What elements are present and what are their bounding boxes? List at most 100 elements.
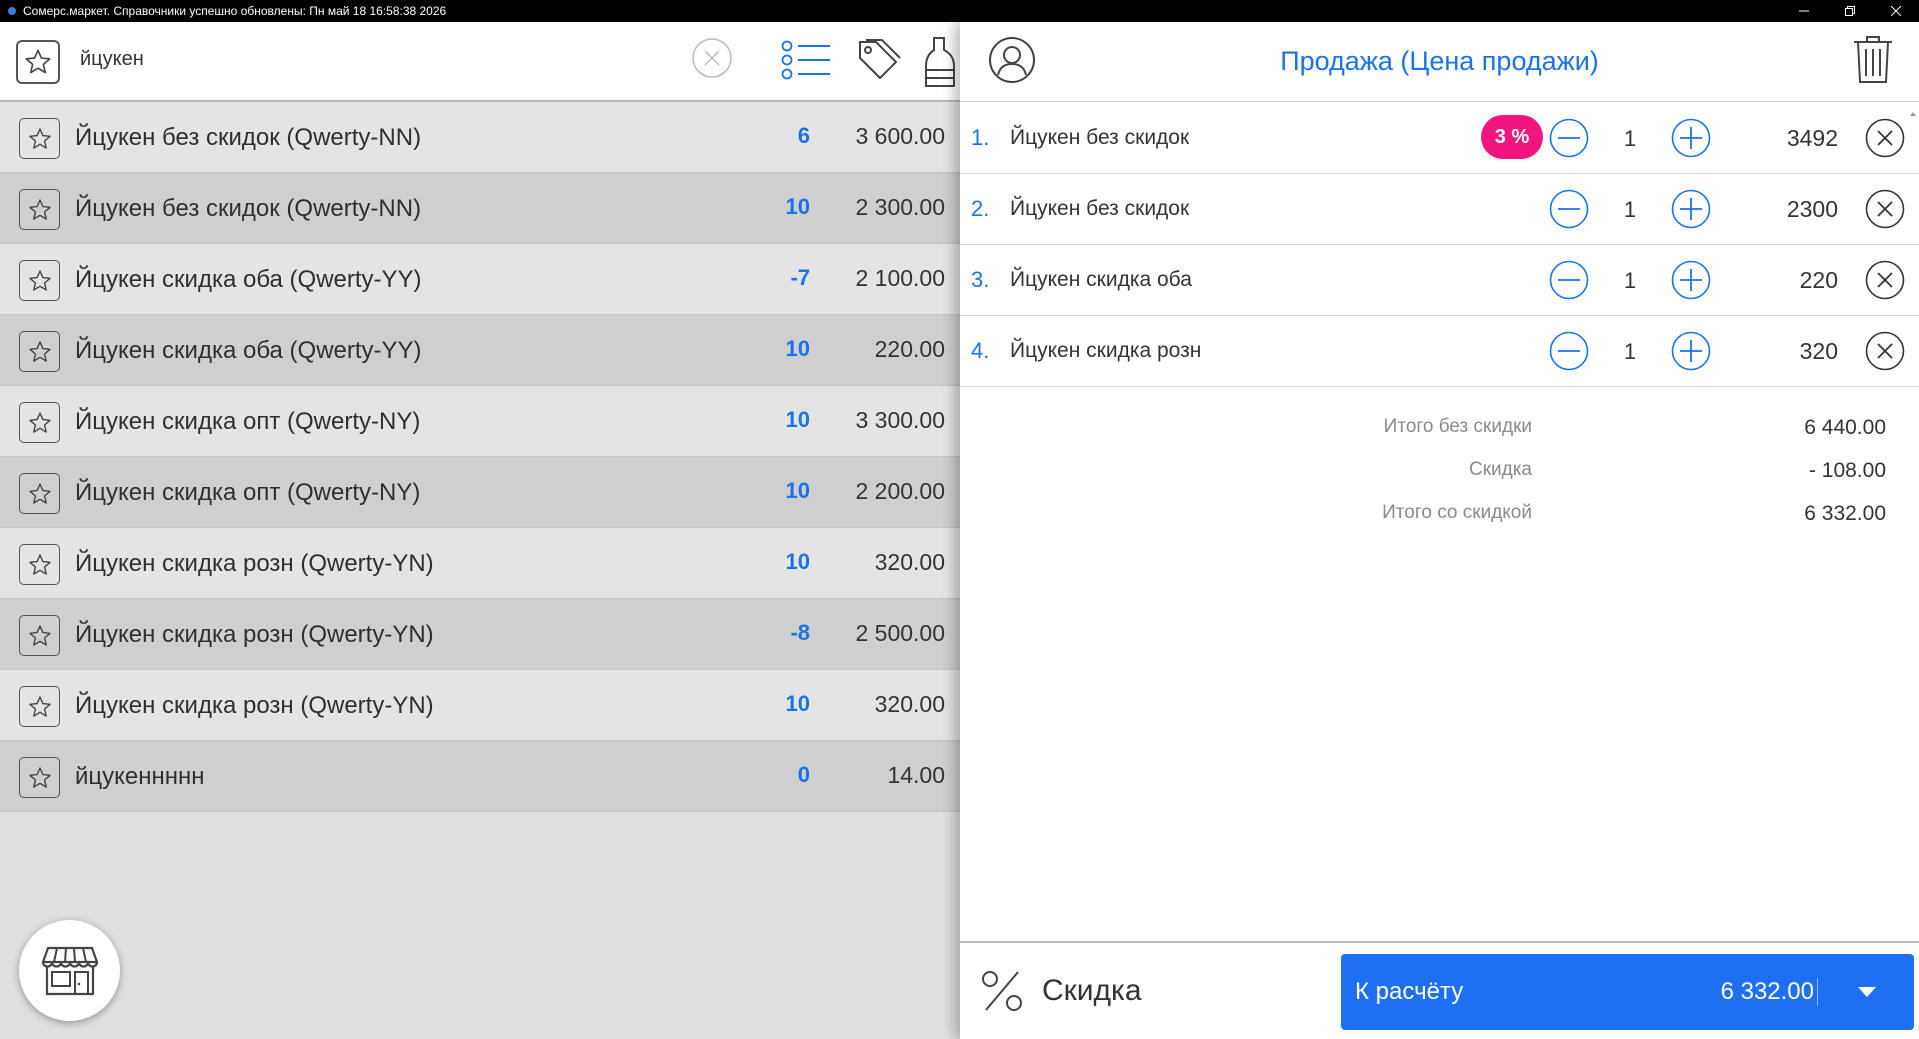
increase-qty-button[interactable] xyxy=(1671,331,1711,371)
favorite-toggle[interactable] xyxy=(19,189,60,230)
product-name: Йцукен скидка опт (Qwerty-NY) xyxy=(75,408,421,435)
close-icon xyxy=(1891,6,1901,16)
star-icon xyxy=(28,624,51,646)
favorite-toggle[interactable] xyxy=(19,331,60,372)
product-row[interactable]: Йцукен скидка розн (Qwerty-YN) -8 2 500.… xyxy=(0,599,960,670)
product-stock: 10 xyxy=(785,478,810,503)
close-window-button[interactable] xyxy=(1873,0,1919,22)
item-qty[interactable]: 1 xyxy=(1620,197,1640,223)
item-qty[interactable]: 1 xyxy=(1620,268,1640,294)
discount-button[interactable]: Скидка xyxy=(980,969,1142,1013)
remove-item-button[interactable] xyxy=(1865,118,1905,163)
star-icon xyxy=(28,482,51,504)
sale-panel: Продажа (Цена продажи) 1. Йцукен без ски… xyxy=(960,22,1919,1039)
favorite-toggle[interactable] xyxy=(19,757,60,798)
product-row[interactable]: Йцукен скидка опт (Qwerty-NY) 10 2 200.0… xyxy=(0,457,960,528)
item-sum: 220 xyxy=(1799,267,1838,293)
item-qty[interactable]: 1 xyxy=(1620,339,1640,365)
checkout-amount: 6 332.00 xyxy=(1720,978,1814,1005)
decrease-qty-button[interactable] xyxy=(1549,118,1589,158)
cart-item[interactable]: 1. Йцукен без скидок 3 % 1 3492 xyxy=(960,103,1919,174)
favorite-toggle[interactable] xyxy=(19,118,60,159)
product-row[interactable]: Йцукен без скидок (Qwerty-NN) 10 2 300.0… xyxy=(0,173,960,244)
item-sum: 2300 xyxy=(1786,196,1838,222)
clear-search-button[interactable] xyxy=(690,36,734,85)
favorite-toggle[interactable] xyxy=(19,544,60,585)
restore-icon xyxy=(1845,6,1855,16)
product-price: 2 100.00 xyxy=(855,265,945,291)
close-circle-icon xyxy=(1865,118,1905,158)
favorite-toggle[interactable] xyxy=(19,686,60,727)
total-value: 6 332.00 xyxy=(1804,502,1886,525)
catalog-panel: йцукен Йцукен без скидок (Qwerty-NN) 6 3… xyxy=(0,22,960,1039)
product-row[interactable]: Йцукен скидка опт (Qwerty-NY) 10 3 300.0… xyxy=(0,386,960,457)
product-price: 3 600.00 xyxy=(855,123,945,149)
alcohol-button[interactable] xyxy=(920,36,960,93)
subtotal-row: Итого без скидки 6 440.00 xyxy=(960,408,1919,451)
decrease-qty-button[interactable] xyxy=(1549,331,1589,371)
increase-qty-button[interactable] xyxy=(1671,260,1711,300)
item-name: Йцукен без скидок xyxy=(1010,126,1190,149)
product-row[interactable]: Йцукен скидка розн (Qwerty-YN) 10 320.00 xyxy=(0,528,960,599)
chevron-down-icon[interactable] xyxy=(1858,987,1876,997)
product-price: 3 300.00 xyxy=(855,407,945,433)
item-name: Йцукен без скидок xyxy=(1010,197,1190,220)
minus-circle-icon xyxy=(1549,331,1589,371)
product-price: 2 200.00 xyxy=(855,478,945,504)
plus-circle-icon xyxy=(1671,260,1711,300)
list-view-button[interactable] xyxy=(780,38,832,87)
product-price: 2 300.00 xyxy=(855,194,945,220)
product-stock: 10 xyxy=(785,549,810,574)
item-sum: 3492 xyxy=(1786,125,1838,151)
cart-item[interactable]: 3. Йцукен скидка оба 1 220 xyxy=(960,245,1919,316)
decrease-qty-button[interactable] xyxy=(1549,260,1589,300)
trash-icon xyxy=(1854,36,1892,83)
product-row[interactable]: Йцукен скидка оба (Qwerty-YY) 10 220.00 xyxy=(0,315,960,386)
search-bar: йцукен xyxy=(0,22,960,102)
search-input[interactable]: йцукен xyxy=(80,48,144,71)
decrease-qty-button[interactable] xyxy=(1549,189,1589,229)
product-name: Йцукен скидка опт (Qwerty-NY) xyxy=(75,479,421,506)
restore-button[interactable] xyxy=(1827,0,1873,22)
tags-button[interactable] xyxy=(854,36,902,89)
store-button[interactable] xyxy=(19,920,120,1021)
minimize-button[interactable] xyxy=(1781,0,1827,22)
cart-item[interactable]: 4. Йцукен скидка розн 1 320 xyxy=(960,316,1919,387)
cart-scrollbar[interactable] xyxy=(1907,110,1919,953)
checkout-button[interactable]: К расчёту 6 332.00 xyxy=(1341,954,1914,1030)
remove-item-button[interactable] xyxy=(1865,189,1905,234)
plus-circle-icon xyxy=(1671,189,1711,229)
percent-icon xyxy=(982,971,1022,1011)
product-row[interactable]: Йцукен скидка оба (Qwerty-YY) -7 2 100.0… xyxy=(0,244,960,315)
remove-item-button[interactable] xyxy=(1865,260,1905,305)
product-name: Йцукен без скидок (Qwerty-NN) xyxy=(75,195,422,222)
product-stock: -7 xyxy=(790,265,810,290)
item-number: 4. xyxy=(971,338,990,363)
increase-qty-button[interactable] xyxy=(1671,118,1711,158)
favorites-button[interactable] xyxy=(16,40,60,84)
item-qty[interactable]: 1 xyxy=(1620,126,1640,152)
clear-cart-button[interactable] xyxy=(1852,34,1894,89)
product-row[interactable]: Йцукен скидка розн (Qwerty-YN) 10 320.00 xyxy=(0,670,960,741)
scrollbar-arrows xyxy=(1910,112,1916,950)
product-stock: 10 xyxy=(785,691,810,716)
product-row[interactable]: Йцукен без скидок (Qwerty-NN) 6 3 600.00 xyxy=(0,102,960,173)
window-controls xyxy=(1781,0,1919,22)
star-icon xyxy=(28,198,51,220)
checkout-divider xyxy=(1817,978,1818,1006)
favorite-toggle[interactable] xyxy=(19,260,60,301)
favorite-toggle[interactable] xyxy=(19,615,60,656)
product-row[interactable]: йцукеннннн 0 14.00 xyxy=(0,741,960,812)
product-price: 2 500.00 xyxy=(855,620,945,646)
cart-item[interactable]: 2. Йцукен без скидок 1 2300 xyxy=(960,174,1919,245)
plus-circle-icon xyxy=(1671,331,1711,371)
increase-qty-button[interactable] xyxy=(1671,189,1711,229)
favorite-toggle[interactable] xyxy=(19,402,60,443)
remove-item-button[interactable] xyxy=(1865,331,1905,376)
product-stock: 10 xyxy=(785,407,810,432)
star-icon xyxy=(28,695,51,717)
product-name: Йцукен скидка оба (Qwerty-YY) xyxy=(75,337,422,364)
favorite-toggle[interactable] xyxy=(19,473,60,514)
product-name: Йцукен без скидок (Qwerty-NN) xyxy=(75,124,422,151)
minus-circle-icon xyxy=(1549,118,1589,158)
